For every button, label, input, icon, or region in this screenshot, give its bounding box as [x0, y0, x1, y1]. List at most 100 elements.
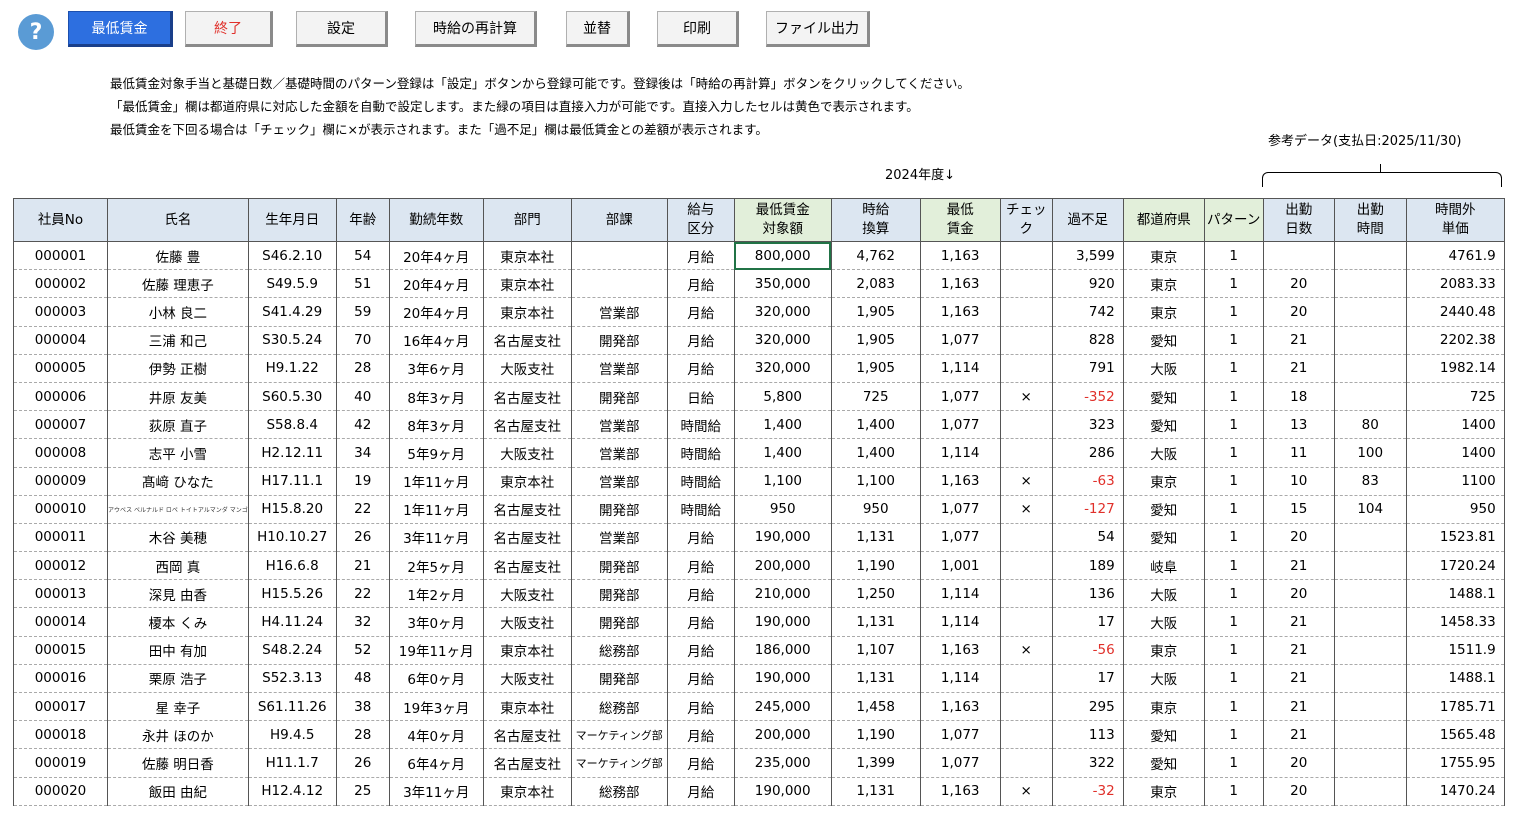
cell[interactable]: 920: [1051, 269, 1124, 299]
cell[interactable]: 伊勢 正樹: [107, 354, 249, 383]
cell[interactable]: 3年11ヶ月: [388, 523, 484, 553]
cell[interactable]: 2,083: [830, 269, 921, 299]
cell[interactable]: 三浦 和己: [107, 326, 249, 355]
recalc-button[interactable]: 時給の再計算: [415, 11, 537, 47]
cell[interactable]: 月給: [666, 777, 735, 806]
cell[interactable]: 4761.9: [1405, 241, 1505, 271]
cell[interactable]: 104: [1333, 495, 1407, 524]
cell[interactable]: 開発部: [570, 579, 668, 609]
cell[interactable]: 000015: [13, 636, 108, 665]
cell[interactable]: 20: [1262, 777, 1335, 806]
cell[interactable]: 総務部: [570, 636, 668, 665]
cell[interactable]: 大阪支社: [482, 579, 572, 609]
cell[interactable]: 950: [830, 495, 921, 524]
cell[interactable]: 1,100: [830, 467, 921, 496]
cell[interactable]: 21: [335, 551, 390, 581]
col-header-14[interactable]: パターン: [1203, 198, 1264, 242]
cell[interactable]: 時間給: [666, 438, 735, 468]
cell[interactable]: [999, 326, 1053, 355]
cell[interactable]: H10.10.27: [247, 523, 337, 553]
cell[interactable]: S30.5.24: [247, 326, 337, 355]
cell[interactable]: 1,400: [830, 410, 921, 440]
cell[interactable]: 21: [1262, 664, 1335, 694]
cell[interactable]: 開発部: [570, 664, 668, 694]
cell[interactable]: 000013: [13, 579, 108, 609]
cell[interactable]: 18: [1262, 382, 1335, 412]
cell[interactable]: 6年4ヶ月: [388, 748, 484, 778]
cell[interactable]: 38: [335, 692, 390, 722]
cell[interactable]: 17: [1051, 664, 1124, 694]
cell[interactable]: S48.2.24: [247, 636, 337, 665]
cell[interactable]: 1,114: [919, 607, 1001, 637]
col-header-12[interactable]: 過不足: [1051, 198, 1124, 242]
cell[interactable]: S58.8.4: [247, 410, 337, 440]
cell[interactable]: 東京: [1122, 269, 1205, 299]
cell[interactable]: S60.5.30: [247, 382, 337, 412]
cell[interactable]: H11.1.7: [247, 748, 337, 778]
col-header-8[interactable]: 最低賃金 対象額: [733, 198, 832, 242]
cell[interactable]: 愛知: [1122, 720, 1205, 750]
cell[interactable]: 21: [1262, 692, 1335, 722]
cell[interactable]: 井原 友美: [107, 382, 249, 412]
cell[interactable]: 東京本社: [482, 777, 572, 806]
cell[interactable]: 15: [1262, 495, 1335, 524]
cell[interactable]: 1,107: [830, 636, 921, 665]
cell[interactable]: [1333, 607, 1407, 637]
cell[interactable]: 189: [1051, 551, 1124, 581]
table-row[interactable]: 000020 飯田 由紀 H12.4.12 25 3年11ヶ月 東京本社 総務部 月給 190,…: [13, 777, 1505, 806]
cell[interactable]: 1,400: [733, 410, 832, 440]
cell[interactable]: 時間給: [666, 467, 735, 496]
cell[interactable]: 東京本社: [482, 636, 572, 665]
cell[interactable]: 1,114: [919, 579, 1001, 609]
cell[interactable]: 志平 小雪: [107, 438, 249, 468]
cell[interactable]: [1333, 720, 1407, 750]
cell[interactable]: 1,077: [919, 410, 1001, 440]
table-row[interactable]: 000014 榎本 くみ H4.11.24 32 3年0ヶ月 大阪支社 開発部 月給 190,0…: [13, 607, 1505, 637]
cell[interactable]: 1565.48: [1405, 720, 1505, 750]
cell[interactable]: 100: [1333, 438, 1407, 468]
cell[interactable]: 栗原 浩子: [107, 664, 249, 694]
cell[interactable]: 320,000: [733, 354, 832, 383]
cell[interactable]: 大阪支社: [482, 607, 572, 637]
cell[interactable]: 190,000: [733, 523, 832, 553]
cell[interactable]: 月給: [666, 664, 735, 694]
cell[interactable]: 1: [1203, 636, 1264, 665]
cell[interactable]: 営業部: [570, 467, 668, 496]
cell[interactable]: [1333, 692, 1407, 722]
col-header-13[interactable]: 都道府県: [1122, 198, 1205, 242]
cell[interactable]: 190,000: [733, 664, 832, 694]
sort-button[interactable]: 並替: [566, 11, 630, 47]
cell[interactable]: 東京本社: [482, 297, 572, 327]
cell[interactable]: 000006: [13, 382, 108, 412]
cell[interactable]: 83: [1333, 467, 1407, 496]
cell[interactable]: 725: [830, 382, 921, 412]
cell[interactable]: 3年11ヶ月: [388, 777, 484, 806]
cell[interactable]: 54: [335, 241, 390, 271]
cell[interactable]: [999, 297, 1053, 327]
cell[interactable]: 名古屋支社: [482, 551, 572, 581]
cell[interactable]: 愛知: [1122, 748, 1205, 778]
cell[interactable]: [1333, 269, 1407, 299]
cell[interactable]: 20: [1262, 523, 1335, 553]
table-row[interactable]: 000008 志平 小雪 H2.12.11 34 5年9ヶ月 大阪支社 営業部 時間給 1,40…: [13, 438, 1505, 468]
cell[interactable]: 1,114: [919, 438, 1001, 468]
cell[interactable]: 1,163: [919, 241, 1001, 271]
cell[interactable]: 200,000: [733, 720, 832, 750]
cell[interactable]: 髙﨑 ひなた: [107, 467, 249, 496]
cell[interactable]: 1: [1203, 748, 1264, 778]
cell[interactable]: H15.8.20: [247, 495, 337, 524]
cell[interactable]: 大阪: [1122, 664, 1205, 694]
cell[interactable]: 19: [335, 467, 390, 496]
cell[interactable]: 19年3ヶ月: [388, 692, 484, 722]
export-button[interactable]: ファイル出力: [766, 11, 870, 47]
cell[interactable]: [999, 748, 1053, 778]
cell[interactable]: ×: [999, 467, 1053, 496]
cell[interactable]: 月給: [666, 326, 735, 355]
cell[interactable]: 1,077: [919, 748, 1001, 778]
cell[interactable]: 200,000: [733, 551, 832, 581]
cell[interactable]: 岐阜: [1122, 551, 1205, 581]
cell[interactable]: 3,599: [1051, 241, 1124, 271]
cell[interactable]: 791: [1051, 354, 1124, 383]
cell[interactable]: 1: [1203, 354, 1264, 383]
cell[interactable]: 1,163: [919, 269, 1001, 299]
